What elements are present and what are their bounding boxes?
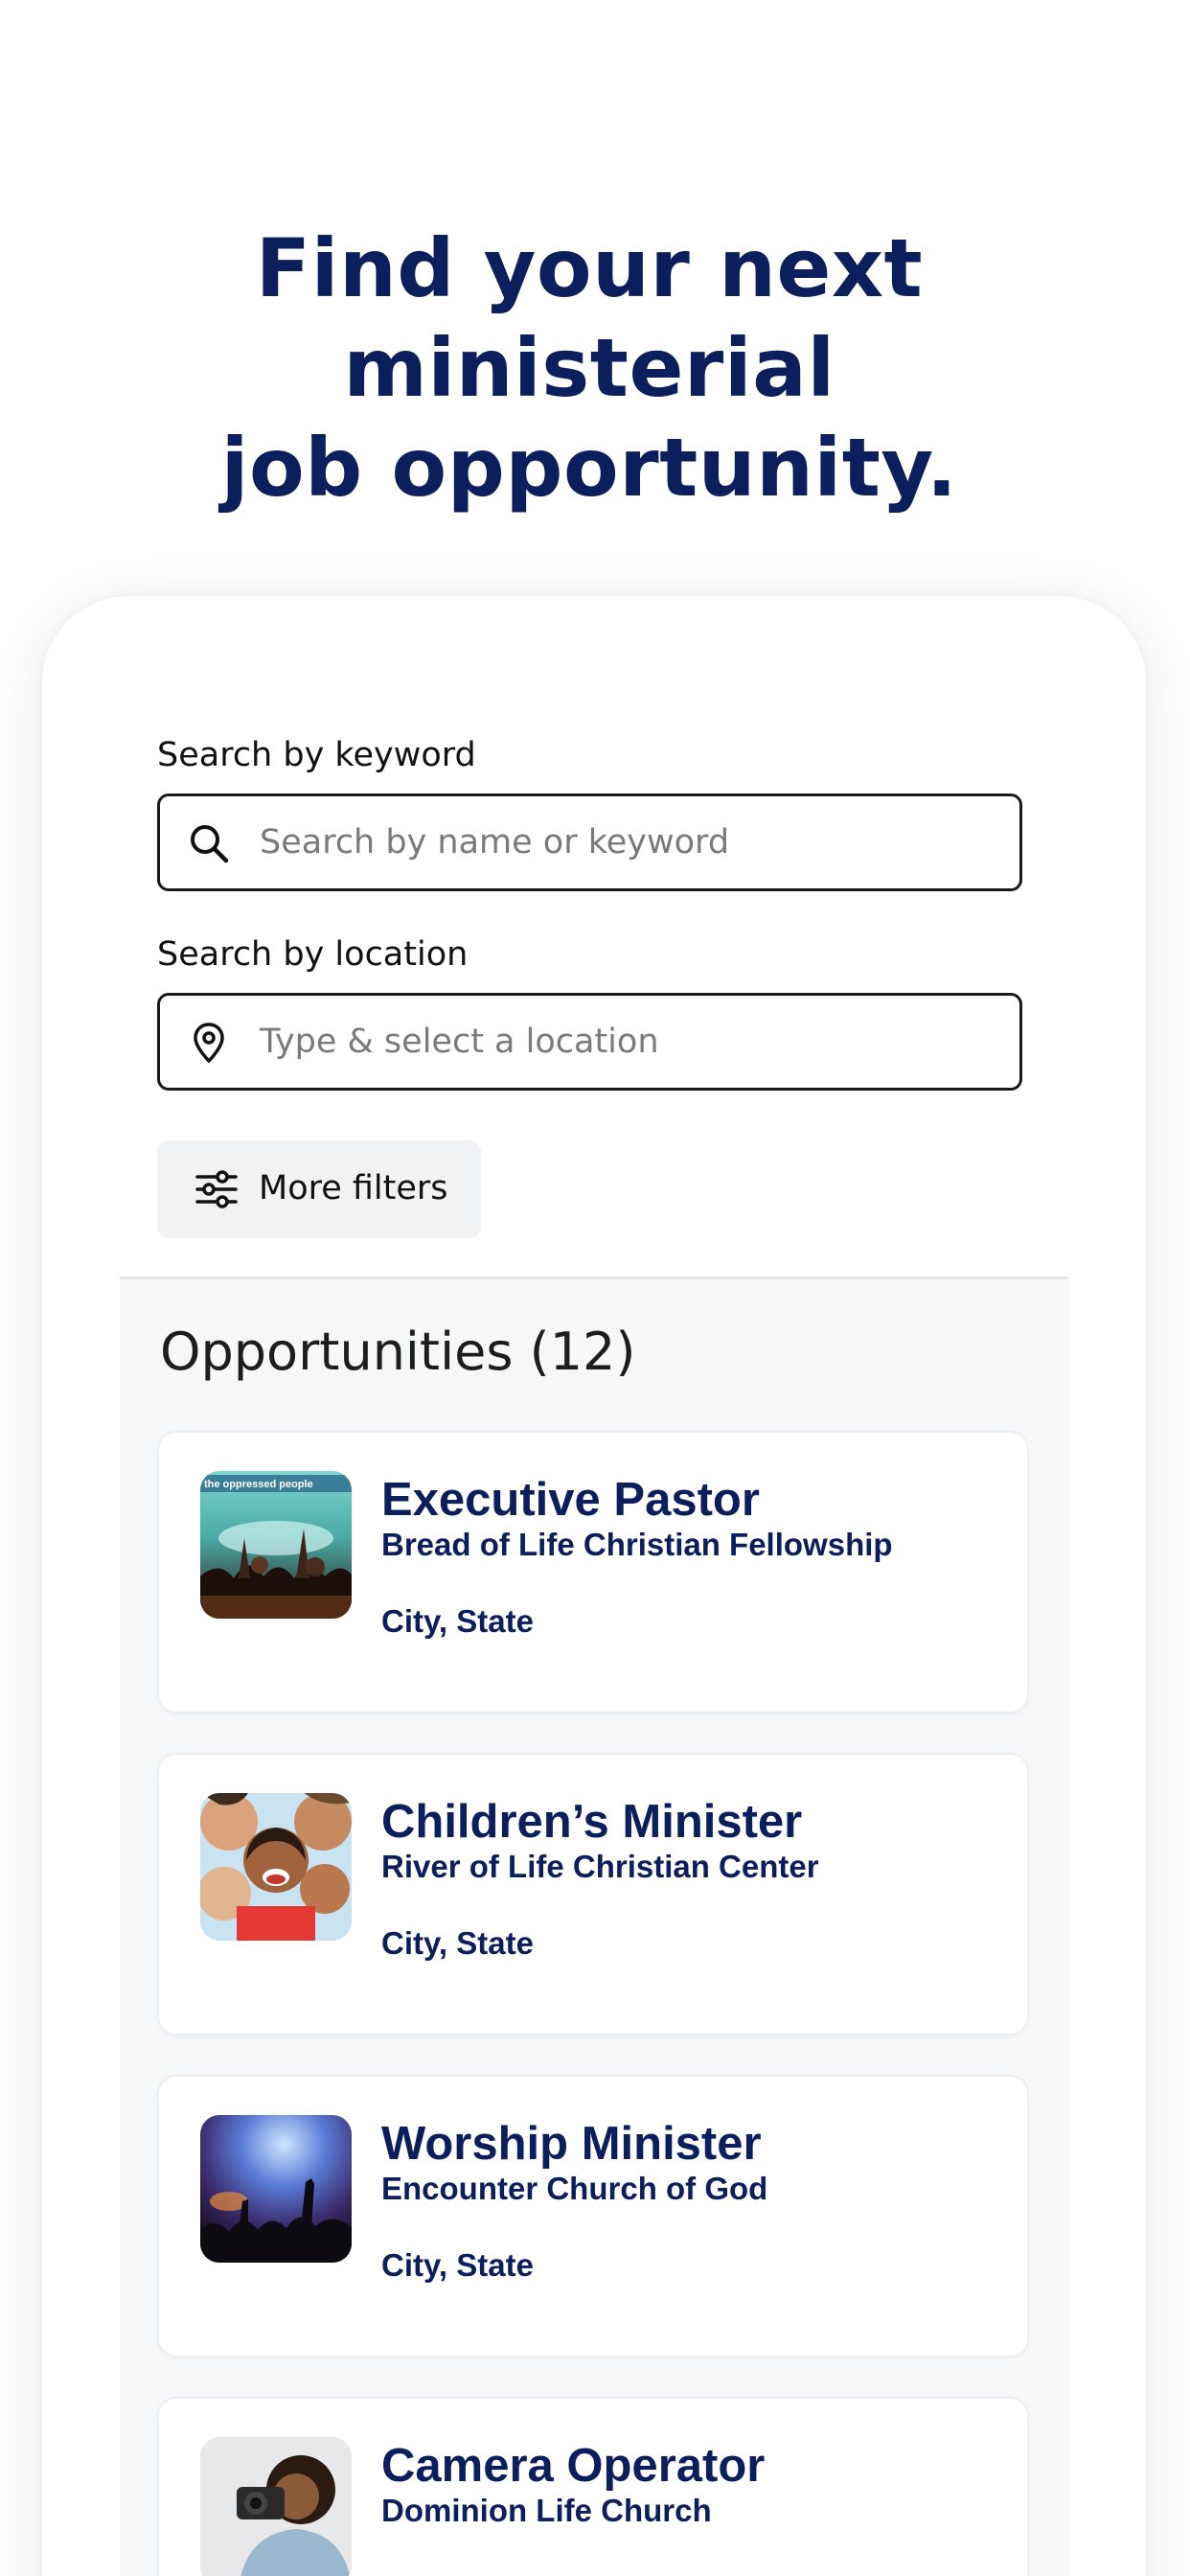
job-location: City, State bbox=[381, 1603, 534, 1639]
children-group-image bbox=[200, 1793, 352, 1941]
job-card[interactable]: Children’s Minister River of Life Christ… bbox=[157, 1753, 1029, 2036]
opportunities-heading: Opportunities (12) bbox=[160, 1322, 636, 1382]
location-search-label: Search by location bbox=[157, 935, 469, 974]
job-location: City, State bbox=[381, 2247, 534, 2283]
location-search-input[interactable] bbox=[260, 996, 997, 1088]
thumb-banner-text: the oppressed people bbox=[204, 1479, 313, 1490]
job-title: Camera Operator bbox=[381, 2440, 766, 2492]
job-organization: Encounter Church of God bbox=[381, 2171, 768, 2206]
job-organization: Bread of Life Christian Fellowship bbox=[381, 1527, 893, 1562]
page-title: Find your next ministerial job opportuni… bbox=[38, 218, 1140, 518]
job-organization: Dominion Life Church bbox=[381, 2493, 712, 2528]
page-title-line-2: job opportunity. bbox=[220, 421, 958, 515]
location-search-field[interactable] bbox=[157, 993, 1022, 1091]
photographer-image bbox=[200, 2437, 352, 2576]
job-title: Children’s Minister bbox=[381, 1796, 803, 1848]
worship-crowd-image: the oppressed people bbox=[200, 1471, 352, 1619]
more-filters-label: More filters bbox=[259, 1169, 448, 1208]
page: Find your next ministerial job opportuni… bbox=[0, 0, 1190, 2576]
concert-lights-image bbox=[200, 2115, 352, 2263]
job-card[interactable]: Camera Operator Dominion Life Church bbox=[157, 2397, 1029, 2576]
opportunities-section: Opportunities (12) the oppressed people bbox=[120, 1276, 1068, 2576]
job-location: City, State bbox=[381, 1925, 534, 1961]
job-title: Executive Pastor bbox=[381, 1474, 760, 1526]
keyword-search-field[interactable] bbox=[157, 794, 1022, 891]
more-filters-button[interactable]: More filters bbox=[157, 1140, 481, 1238]
location-pin-icon bbox=[187, 1021, 231, 1065]
filter-sliders-icon bbox=[195, 1170, 238, 1208]
keyword-search-input[interactable] bbox=[260, 796, 997, 888]
search-icon bbox=[187, 821, 231, 865]
keyword-search-label: Search by keyword bbox=[157, 736, 476, 774]
job-title: Worship Minister bbox=[381, 2118, 762, 2170]
page-title-line-1: Find your next ministerial bbox=[255, 221, 924, 415]
job-organization: River of Life Christian Center bbox=[381, 1849, 819, 1884]
job-card[interactable]: the oppressed people Executive Pastor Br… bbox=[157, 1431, 1029, 1714]
job-card[interactable]: Worship Minister Encounter Church of God… bbox=[157, 2075, 1029, 2358]
